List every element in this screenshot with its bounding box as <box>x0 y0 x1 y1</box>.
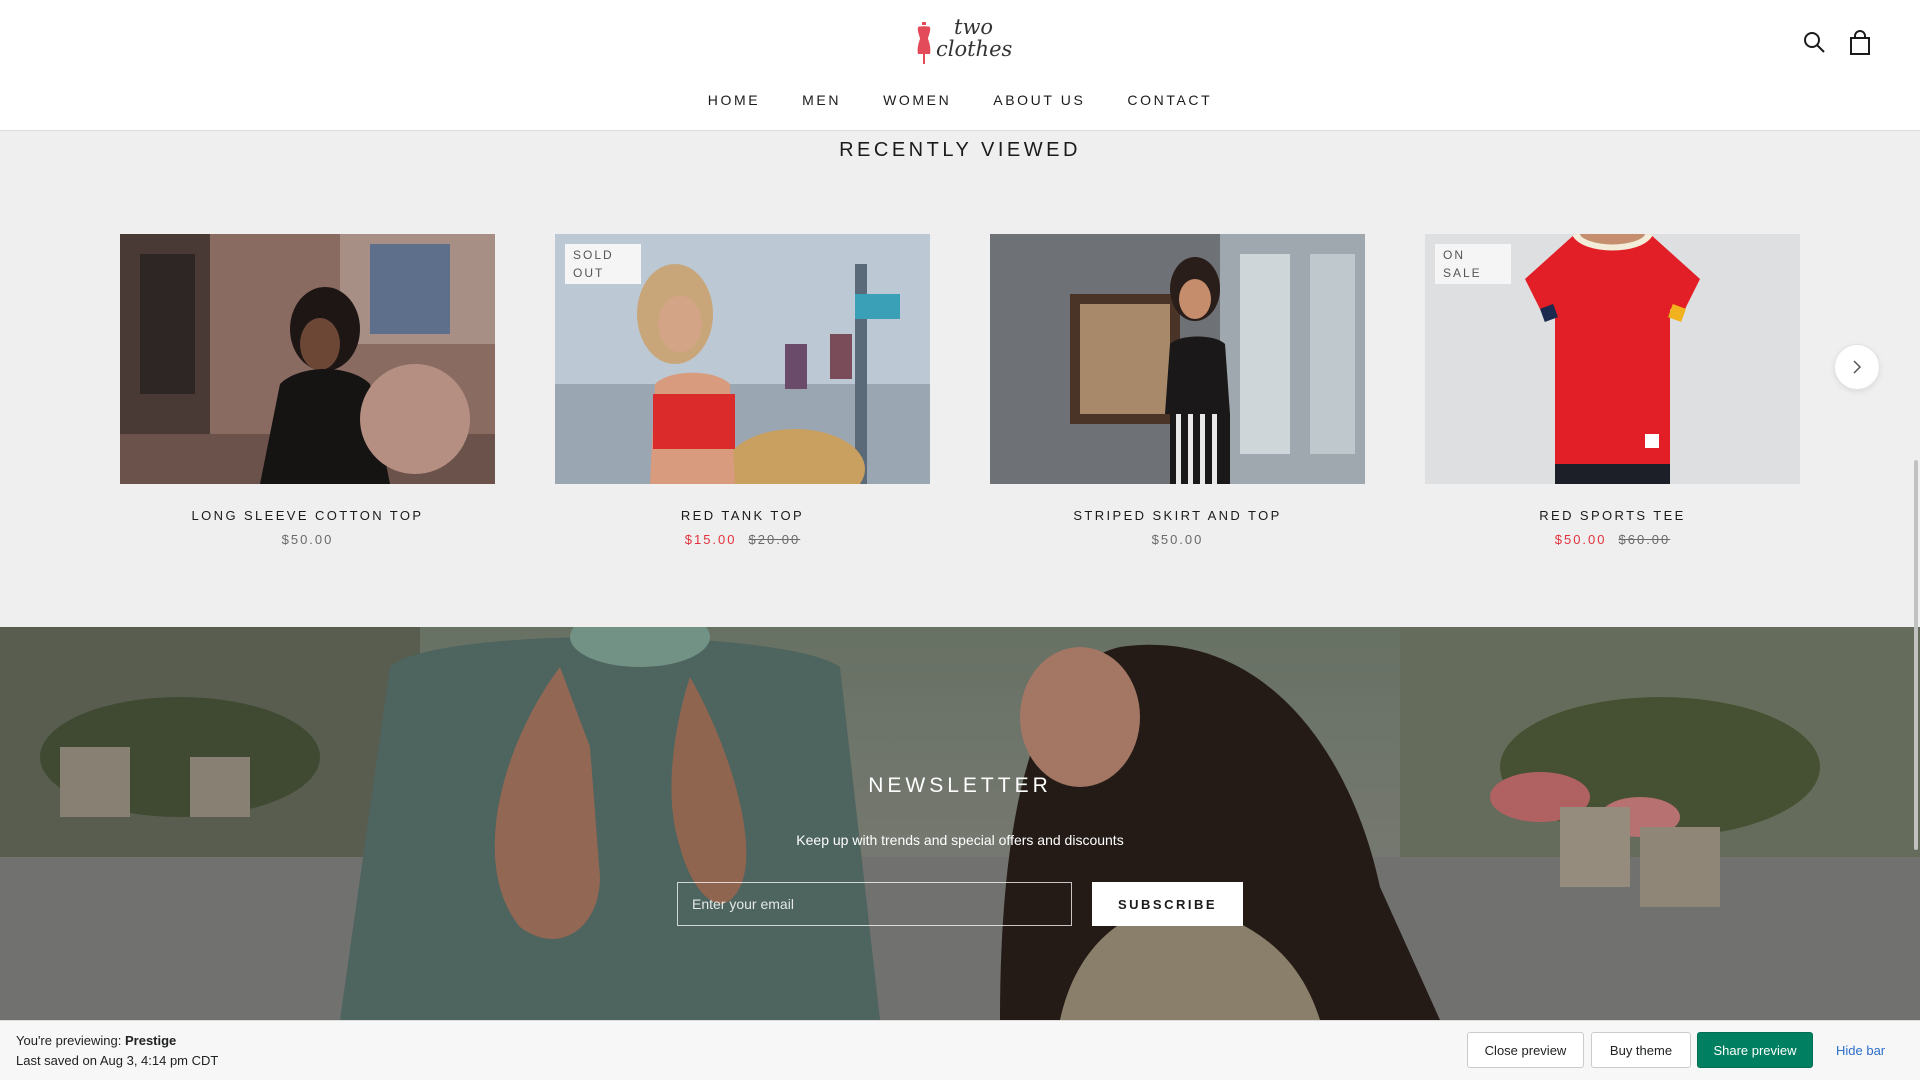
product-image[interactable] <box>120 234 495 484</box>
product-image[interactable] <box>990 234 1365 484</box>
sale-price: $50.00 <box>1554 532 1607 547</box>
buy-theme-button[interactable]: Buy theme <box>1591 1032 1691 1068</box>
site-header: two clothes HOME MEN WOMEN ABOUT US CONT… <box>0 0 1920 131</box>
share-preview-button[interactable]: Share preview <box>1697 1032 1813 1068</box>
product-card[interactable]: LONG SLEEVE COTTON TOP $50.00 <box>120 234 495 547</box>
section-title: RECENTLY VIEWED <box>839 139 1081 161</box>
newsletter-subtitle: Keep up with trends and special offers a… <box>796 832 1124 848</box>
product-image[interactable]: SOLD OUT <box>555 234 930 484</box>
product-name[interactable]: RED SPORTS TEE <box>1425 508 1800 523</box>
product-price: $15.00 $20.00 <box>555 532 930 547</box>
subscribe-button[interactable]: SUBSCRIBE <box>1092 882 1243 926</box>
last-saved-text: Last saved on Aug 3, 4:14 pm CDT <box>16 1053 219 1068</box>
product-name[interactable]: RED TANK TOP <box>555 508 930 523</box>
theme-name: Prestige <box>124 1033 177 1048</box>
dress-form-icon <box>917 22 931 64</box>
price: $50.00 <box>281 532 334 547</box>
previewing-prefix: You're previewing: <box>16 1033 122 1048</box>
product-card[interactable]: STRIPED SKIRT AND TOP $50.00 <box>990 234 1365 547</box>
product-price: $50.00 <box>120 532 495 547</box>
nav-home[interactable]: HOME <box>708 92 760 108</box>
previewing-text: You're previewing: Prestige <box>16 1033 176 1048</box>
product-image[interactable]: ON SALE <box>1425 234 1800 484</box>
price: $50.00 <box>1151 532 1204 547</box>
hide-bar-link[interactable]: Hide bar <box>1836 1043 1885 1058</box>
logo-line-1: two <box>954 15 994 39</box>
product-card[interactable]: ON SALE RED SPORTS TEE $50.00 $60.00 <box>1425 234 1800 547</box>
email-input[interactable] <box>677 882 1072 926</box>
compare-price: $20.00 <box>748 532 801 547</box>
store-logo[interactable]: two clothes <box>914 14 1024 70</box>
product-price: $50.00 <box>990 532 1365 547</box>
carousel-next-button[interactable] <box>1834 344 1880 390</box>
page-scrollbar[interactable] <box>1914 460 1918 850</box>
shopping-bag-icon[interactable] <box>1848 30 1876 58</box>
sale-price: $15.00 <box>684 532 737 547</box>
newsletter-section: NEWSLETTER Keep up with trends and speci… <box>0 627 1920 1020</box>
compare-price: $60.00 <box>1618 532 1671 547</box>
main-nav: HOME MEN WOMEN ABOUT US CONTACT <box>0 92 1920 108</box>
theme-preview-bar: You're previewing: Prestige Last saved o… <box>0 1020 1920 1080</box>
product-name[interactable]: STRIPED SKIRT AND TOP <box>990 508 1365 523</box>
search-icon[interactable] <box>1802 30 1830 58</box>
logo-wordmark: two clothes <box>936 16 1012 60</box>
nav-about-us[interactable]: ABOUT US <box>993 92 1085 108</box>
newsletter-title: NEWSLETTER <box>868 774 1052 797</box>
product-card[interactable]: SOLD OUT RED TANK TOP $15.00 $20.00 <box>555 234 930 547</box>
on-sale-badge: ON SALE <box>1435 244 1511 284</box>
close-preview-button[interactable]: Close preview <box>1467 1032 1584 1068</box>
recently-viewed-section: RECENTLY VIEWED LONG SLEEVE COTTON TOP $… <box>0 131 1920 627</box>
nav-women[interactable]: WOMEN <box>883 92 951 108</box>
nav-men[interactable]: MEN <box>802 92 841 108</box>
product-name[interactable]: LONG SLEEVE COTTON TOP <box>120 508 495 523</box>
chevron-right-icon <box>1853 360 1862 374</box>
sold-out-badge: SOLD OUT <box>565 244 641 284</box>
logo-line-2: clothes <box>936 37 1013 61</box>
nav-contact[interactable]: CONTACT <box>1127 92 1212 108</box>
product-price: $50.00 $60.00 <box>1425 532 1800 547</box>
newsletter-background-image <box>0 627 1920 1020</box>
